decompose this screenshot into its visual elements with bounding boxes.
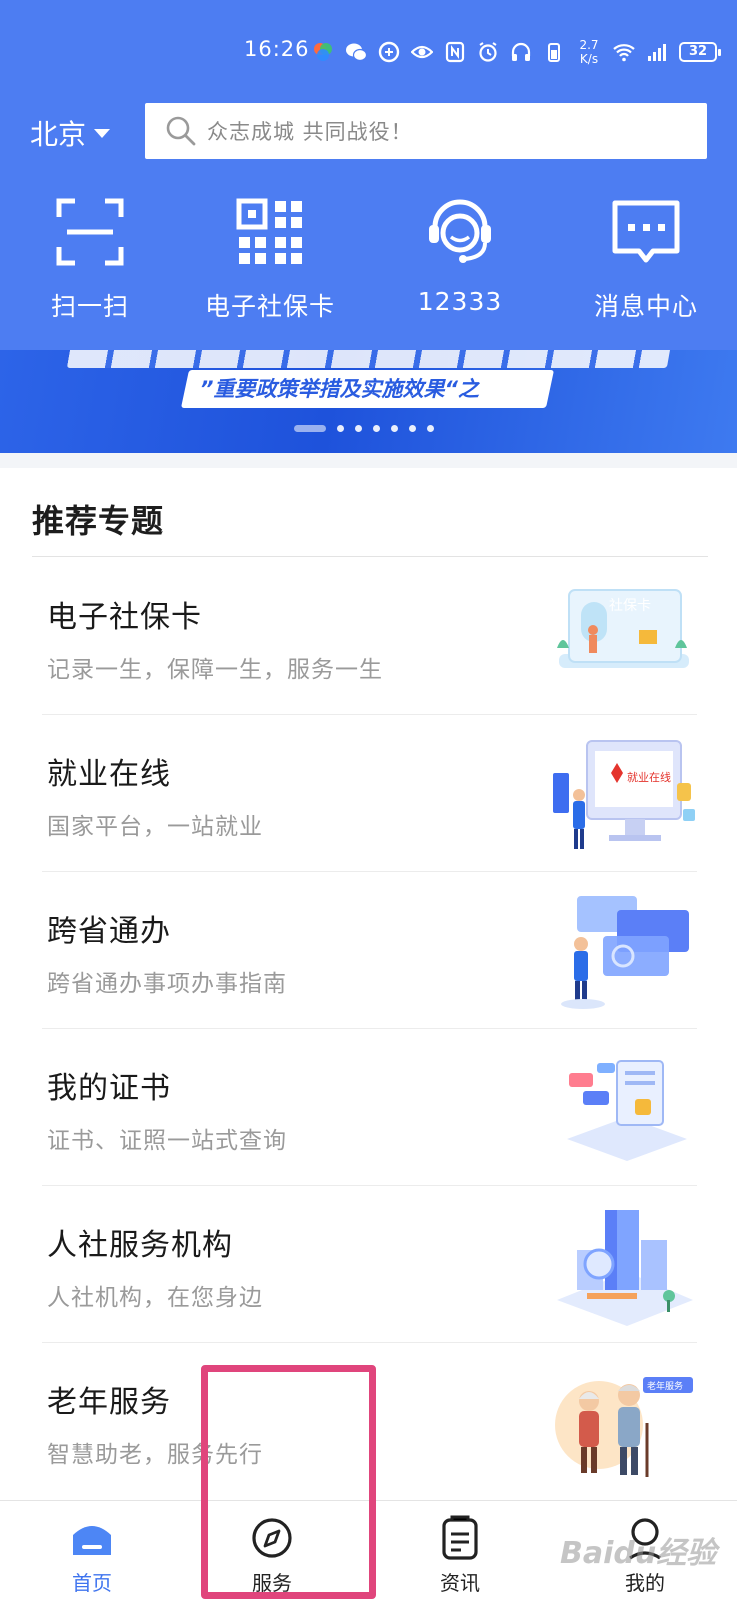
quick-action-scan[interactable]: 扫一扫 xyxy=(0,195,180,323)
social-card-illustration: 社保卡 xyxy=(557,589,689,668)
topic-title: 电子社保卡 xyxy=(47,600,202,635)
topic-service-agencies[interactable]: 人社服务机构 人社机构，在您身边 xyxy=(42,1186,697,1343)
recommend-section: 推荐专题 电子社保卡 记录一生，保障一生，服务一生 社保卡 就业在线 国家平台，… xyxy=(0,468,737,1500)
search-placeholder: 众志成城 共同战役！ xyxy=(207,120,413,144)
cross-province-illustration xyxy=(561,896,689,1009)
carousel-indicator xyxy=(294,425,434,432)
topic-subtitle: 国家平台，一站就业 xyxy=(47,814,263,840)
quick-action-social-card[interactable]: 电子社保卡 xyxy=(180,195,360,323)
section-title: 推荐专题 xyxy=(32,502,165,540)
social-card-art-text: 社保卡 xyxy=(609,598,651,614)
qr-code-icon xyxy=(236,198,302,264)
app-notification-icon xyxy=(314,43,332,61)
tab-news[interactable]: 资讯 xyxy=(368,1501,552,1600)
topic-certificates[interactable]: 我的证书 证书、证照一站式查询 xyxy=(42,1029,697,1186)
net-speed: 2.7 K/s xyxy=(579,38,599,66)
headphones-icon xyxy=(511,42,531,61)
topic-title: 人社服务机构 xyxy=(47,1228,233,1263)
news-icon xyxy=(442,1515,478,1560)
status-time: 16:26 xyxy=(244,37,310,61)
battery-indicator: 32 xyxy=(679,42,721,62)
nfc-icon xyxy=(445,41,465,63)
search-icon xyxy=(166,116,196,146)
city-label: 北京 xyxy=(30,118,87,151)
banner-ribbon-text: ”重要政策举措及实施效果“之 xyxy=(200,377,480,401)
employment-art-text: 就业在线 xyxy=(627,770,671,784)
header: 16:26 2.7 K/s 32 北京 众志成城 共同战役！ 扫一扫 电子社保卡… xyxy=(0,0,737,350)
search-bar[interactable]: 众志成城 共同战役！ xyxy=(145,103,707,159)
topic-subtitle: 人社机构，在您身边 xyxy=(47,1285,263,1311)
carousel-dot xyxy=(355,425,362,432)
quick-action-label: 12333 xyxy=(417,287,503,316)
highlight-box xyxy=(201,1365,376,1599)
quick-action-hotline[interactable]: 12333 xyxy=(370,195,550,316)
carousel-dot xyxy=(427,425,434,432)
banner-headline-graphic xyxy=(66,350,674,368)
elderly-services-illustration: 老年服务 xyxy=(555,1377,693,1477)
quick-action-label: 扫一扫 xyxy=(50,292,129,321)
carousel-dot xyxy=(373,425,380,432)
signal-icon xyxy=(648,44,666,61)
wifi-icon xyxy=(613,44,635,62)
elderly-art-text: 老年服务 xyxy=(647,1380,683,1392)
topic-employment[interactable]: 就业在线 国家平台，一站就业 就业在线 xyxy=(42,715,697,872)
carousel-dot-active xyxy=(294,425,326,432)
topic-subtitle: 跨省通办事项办事指南 xyxy=(47,971,287,997)
scan-icon xyxy=(56,198,124,266)
topic-social-card[interactable]: 电子社保卡 记录一生，保障一生，服务一生 社保卡 xyxy=(42,558,697,715)
tab-home[interactable]: 首页 xyxy=(0,1501,184,1600)
tab-label: 首页 xyxy=(72,1571,112,1595)
city-selector[interactable]: 北京 xyxy=(30,113,111,153)
topic-title: 老年服务 xyxy=(47,1385,171,1420)
certificates-illustration xyxy=(567,1060,687,1161)
alarm-icon xyxy=(479,42,497,62)
topic-title: 就业在线 xyxy=(47,757,171,792)
topic-cross-province[interactable]: 跨省通办 跨省通办事项办事指南 xyxy=(42,872,697,1029)
chevron-down-icon xyxy=(94,128,111,138)
quick-action-messages[interactable]: 消息中心 xyxy=(556,195,736,323)
quick-action-label: 消息中心 xyxy=(593,292,698,321)
status-icons: 2.7 K/s 32 xyxy=(312,38,721,66)
tab-label: 资讯 xyxy=(440,1571,480,1595)
quick-actions: 扫一扫 电子社保卡 12333 消息中心 xyxy=(0,195,737,325)
topic-subtitle: 证书、证照一站式查询 xyxy=(47,1128,287,1154)
employment-illustration: 就业在线 xyxy=(553,740,695,849)
promo-banner[interactable]: ”重要政策举措及实施效果“之 xyxy=(0,350,737,453)
service-agencies-illustration xyxy=(557,1210,693,1326)
watermark: Baidu经验 xyxy=(560,1536,717,1571)
home-icon xyxy=(73,1526,111,1555)
headset-icon xyxy=(429,199,491,263)
topic-subtitle: 记录一生，保障一生，服务一生 xyxy=(47,657,383,683)
quick-action-label: 电子社保卡 xyxy=(204,292,335,321)
carousel-dot xyxy=(391,425,398,432)
topic-title: 我的证书 xyxy=(47,1071,171,1106)
divider xyxy=(32,556,708,557)
carousel-dot xyxy=(409,425,416,432)
carousel-dot xyxy=(337,425,344,432)
message-icon xyxy=(612,200,680,263)
topic-title: 跨省通办 xyxy=(47,914,171,949)
status-bar: 16:26 2.7 K/s 32 xyxy=(0,30,737,70)
device-battery-icon xyxy=(548,43,560,62)
eye-comfort-icon xyxy=(411,45,433,59)
wechat-icon xyxy=(346,43,367,62)
data-saver-icon xyxy=(378,41,400,63)
